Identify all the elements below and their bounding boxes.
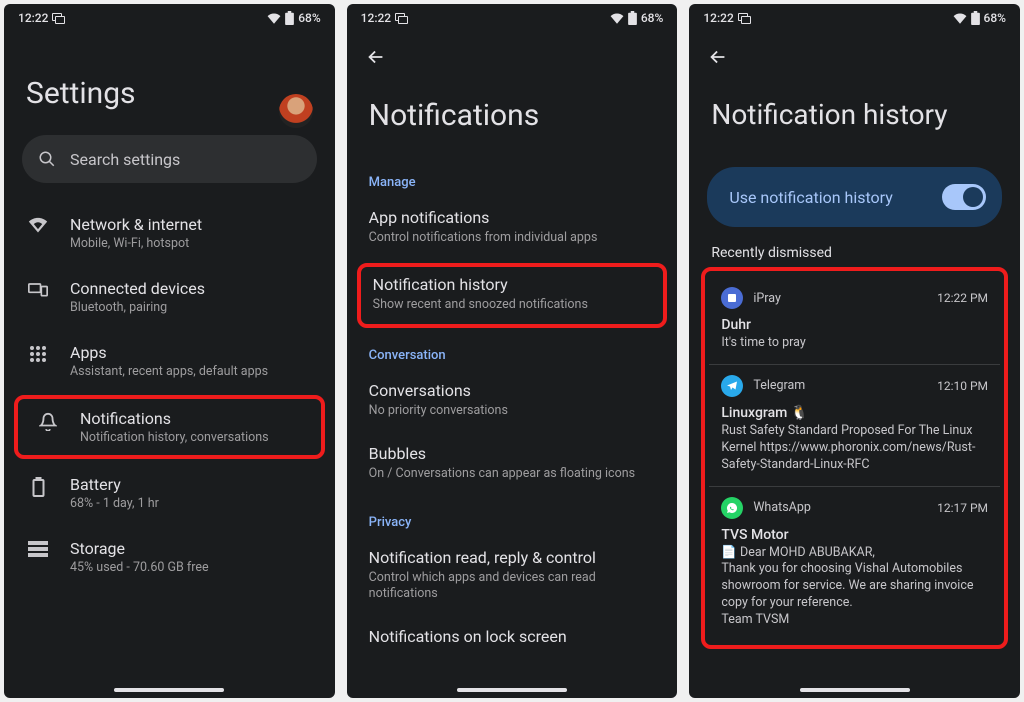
battery-icon [285, 11, 294, 25]
app-icon-ipray [721, 287, 743, 309]
cards-icon [738, 13, 750, 23]
item-lock-screen[interactable]: Notifications on lock screen [347, 617, 678, 646]
storage-icon [26, 539, 50, 557]
toggle-use-history[interactable]: Use notification history [707, 167, 1002, 227]
item-app-notifications[interactable]: App notifications Control notifications … [347, 198, 678, 261]
settings-item-network[interactable]: Network & internetMobile, Wi-Fi, hotspot [4, 201, 335, 265]
page-title: Notifications [347, 68, 678, 157]
battery-icon [628, 11, 637, 25]
phone-history: 12:22 68% Notification history Use notif… [689, 4, 1020, 698]
status-battery: 68% [298, 11, 320, 25]
apps-icon [26, 343, 50, 363]
notification-card[interactable]: WhatsApp 12:17 PM TVS Motor 📄 Dear MOHD … [709, 486, 1000, 641]
settings-item-apps[interactable]: AppsAssistant, recent apps, default apps [4, 329, 335, 393]
wifi-icon [26, 215, 50, 233]
section-label: Conversation [347, 330, 678, 371]
settings-item-notifications[interactable]: NotificationsNotification history, conve… [18, 399, 321, 455]
section-manage: Manage App notifications Control notific… [347, 157, 678, 330]
section-label: Privacy [347, 497, 678, 538]
devices-icon [26, 279, 50, 297]
notification-list: iPray 12:22 PM Duhr It's time to pray Te… [701, 267, 1008, 649]
app-icon-telegram [721, 375, 743, 397]
search-input[interactable]: Search settings [22, 135, 317, 183]
notification-card[interactable]: Telegram 12:10 PM Linuxgram 🐧 Rust Safet… [709, 364, 1000, 486]
nav-handle[interactable] [800, 688, 910, 692]
battery-icon [26, 475, 50, 497]
section-label: Manage [347, 157, 678, 198]
wifi-icon [610, 13, 624, 24]
item-bubbles[interactable]: Bubbles On / Conversations can appear as… [347, 434, 678, 497]
status-bar: 12:22 68% [4, 4, 335, 32]
status-time: 12:22 [18, 11, 48, 25]
section-privacy: Privacy Notification read, reply & contr… [347, 497, 678, 647]
search-icon [38, 150, 56, 168]
nav-handle[interactable] [114, 688, 224, 692]
notification-card[interactable]: iPray 12:22 PM Duhr It's time to pray [709, 277, 1000, 364]
subheader: Recently dismissed [689, 245, 1020, 267]
phone-settings: 12:22 68% Settings Search settings Netwo… [4, 4, 335, 698]
settings-list: Network & internetMobile, Wi-Fi, hotspot… [4, 201, 335, 698]
switch-on-icon[interactable] [942, 184, 986, 210]
toggle-label: Use notification history [729, 188, 892, 207]
wifi-icon [953, 13, 967, 24]
cards-icon [52, 13, 64, 23]
status-bar: 12:22 68% [347, 4, 678, 32]
phone-notifications: 12:22 68% Notifications Manage App notif… [347, 4, 678, 698]
cards-icon [395, 13, 407, 23]
section-conversation: Conversation Conversations No priority c… [347, 330, 678, 497]
item-notification-history[interactable]: Notification history Show recent and sno… [361, 267, 664, 324]
wifi-icon [267, 13, 281, 24]
battery-icon [971, 11, 980, 25]
search-placeholder: Search settings [70, 150, 180, 169]
app-icon-whatsapp [721, 497, 743, 519]
settings-item-battery[interactable]: Battery68% - 1 day, 1 hr [4, 461, 335, 525]
settings-item-connected[interactable]: Connected devicesBluetooth, pairing [4, 265, 335, 329]
item-conversations[interactable]: Conversations No priority conversations [347, 371, 678, 434]
status-bar: 12:22 68% [689, 4, 1020, 32]
bell-icon [36, 409, 60, 431]
item-read-reply-control[interactable]: Notification read, reply & control Contr… [347, 538, 678, 618]
settings-item-storage[interactable]: Storage45% used - 70.60 GB free [4, 525, 335, 589]
back-icon[interactable] [365, 46, 387, 68]
back-icon[interactable] [707, 46, 729, 68]
nav-handle[interactable] [457, 688, 567, 692]
page-title: Notification history [689, 68, 1020, 155]
profile-avatar[interactable] [279, 94, 313, 128]
